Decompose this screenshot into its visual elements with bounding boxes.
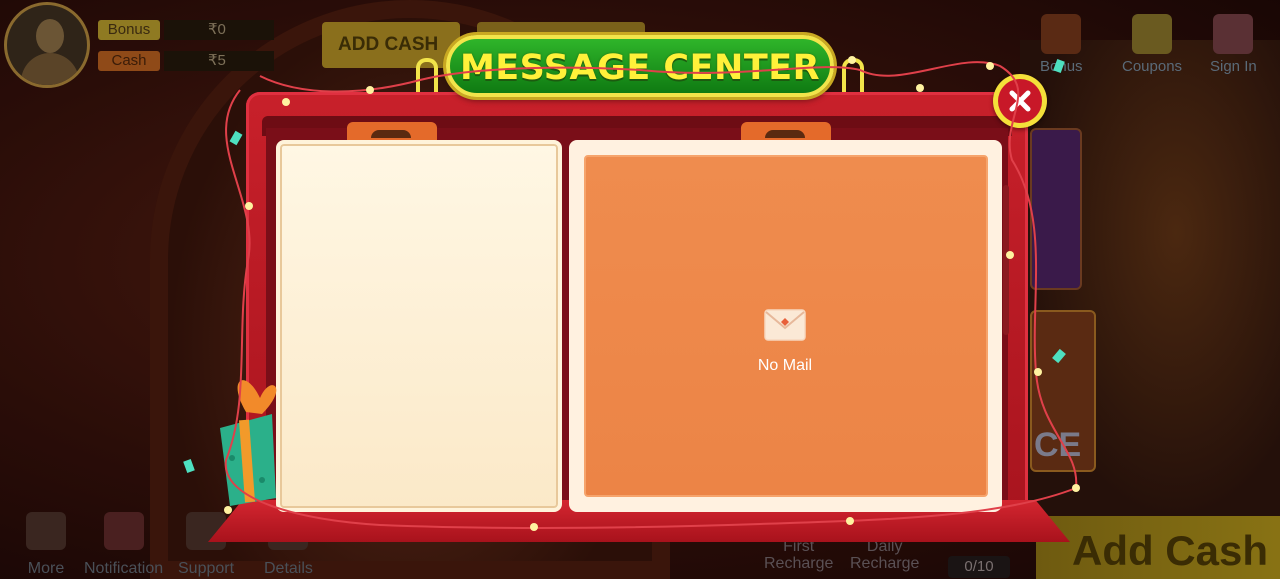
modal-title: MESSAGE CENTER [459, 48, 821, 88]
close-button[interactable] [993, 74, 1047, 128]
avatar-head [36, 19, 64, 53]
top-signin-label: Sign In [1210, 58, 1257, 75]
reward-counter: 0/10 [948, 556, 1010, 578]
nav-details-label: Details [264, 560, 313, 577]
cash-value: ₹5 [164, 51, 274, 71]
message-list-panel[interactable] [276, 140, 562, 512]
game-card-purple[interactable] [1030, 128, 1082, 290]
game-card-text: CE [1034, 426, 1082, 464]
sign-in-icon [1213, 14, 1254, 54]
game-card-orange[interactable]: CE [1030, 310, 1096, 472]
gear-icon [26, 512, 66, 550]
nav-notification[interactable]: Notification [84, 512, 163, 578]
avatar-body [21, 53, 79, 85]
no-mail-text: No Mail [757, 357, 813, 374]
first-recharge-line2: Recharge [764, 555, 834, 572]
plate-hook-left [416, 58, 438, 92]
bonus-value: ₹0 [164, 20, 274, 40]
close-icon [1009, 90, 1031, 112]
nav-more[interactable]: More [26, 512, 66, 578]
envelope-icon [764, 309, 806, 341]
mail-icon [103, 512, 144, 550]
gift-box-icon [220, 380, 277, 506]
cash-tag: Cash [98, 51, 160, 71]
close-button-inner [998, 79, 1042, 123]
daily-recharge-line2: Recharge [850, 555, 920, 572]
plate-hook-right [842, 58, 864, 92]
nav-support-label: Support [178, 560, 235, 577]
avatar[interactable] [4, 2, 90, 88]
cash-balance: Cash ₹5 [98, 51, 274, 71]
bonus-balance: Bonus ₹0 [98, 20, 274, 40]
top-bonus-item[interactable]: Bonus [1040, 14, 1083, 75]
add-cash-big-button[interactable]: Add Cash [1036, 516, 1280, 579]
top-coupons-label: Coupons [1122, 58, 1183, 75]
top-bonus-label: Bonus [1040, 58, 1083, 75]
title-plate: MESSAGE CENTER [446, 35, 834, 97]
nav-notification-label: Notification [84, 560, 164, 577]
wallet-icon [1041, 14, 1082, 54]
coupon-icon [1132, 14, 1173, 54]
bonus-tag: Bonus [98, 20, 160, 40]
nav-more-label: More [27, 560, 65, 577]
add-cash-top-button[interactable]: ADD CASH [322, 22, 460, 68]
detail-scrollbar[interactable] [1003, 185, 1009, 335]
top-coupons-item[interactable]: Coupons [1122, 14, 1182, 75]
top-signin-item[interactable]: Sign In [1210, 14, 1257, 75]
first-recharge[interactable]: First Recharge [764, 538, 833, 572]
daily-recharge[interactable]: Daily Recharge [850, 538, 919, 572]
